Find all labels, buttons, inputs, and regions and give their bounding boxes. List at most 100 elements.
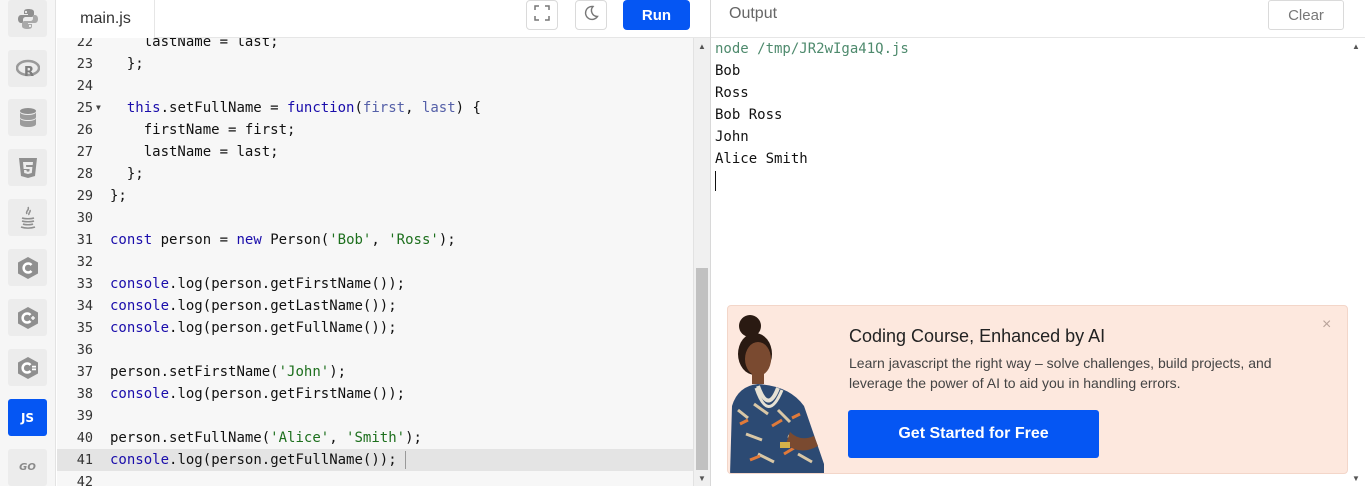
code-text: console.log(person.getFullName()); (110, 320, 397, 336)
code-text: console.log(person.getFullName()); (110, 449, 406, 471)
python-icon (17, 8, 39, 30)
get-started-button[interactable]: Get Started for Free (848, 410, 1099, 458)
code-line[interactable]: 22 lastName = last; (57, 38, 693, 53)
code-line[interactable]: 38 console.log(person.getFirstName()); (57, 383, 693, 405)
language-sidebar: R JS GO (0, 0, 56, 486)
language-c[interactable] (8, 249, 47, 286)
code-text: console.log(person.getLastName()); (110, 298, 397, 314)
language-html[interactable] (8, 149, 47, 186)
close-icon[interactable]: × (1322, 316, 1331, 334)
code-line[interactable]: 23 }; (57, 53, 693, 75)
language-csharp[interactable] (8, 349, 47, 386)
output-scroll-down-icon[interactable]: ▼ (1352, 474, 1360, 483)
line-number: 36 (76, 342, 93, 358)
svg-text:R: R (24, 65, 34, 79)
line-number: 29 (76, 188, 93, 204)
output-command: node /tmp/JR2wIga41Q.js (715, 41, 909, 57)
line-number: 31 (76, 232, 93, 248)
code-text: console.log(person.getFirstName()); (110, 386, 406, 402)
code-line[interactable]: 32 (57, 251, 693, 273)
code-text: firstName = first; (143, 122, 296, 138)
code-editor[interactable]: 22 lastName = last; 23 }; 24 25 ▼ this.setFu… (57, 38, 693, 486)
line-number: 39 (76, 408, 93, 424)
code-text: person.setFirstName('John'); (110, 364, 347, 380)
code-text: person.setFullName('Alice', 'Smith'); (110, 430, 422, 446)
scroll-up-arrow-icon[interactable]: ▲ (698, 42, 706, 51)
editor-toolbar: main.js Run (57, 0, 711, 38)
language-java[interactable] (8, 199, 47, 236)
code-line[interactable]: 35 console.log(person.getFullName()); (57, 317, 693, 339)
line-number: 41 (76, 452, 93, 468)
line-number: 26 (76, 122, 93, 138)
c-icon (17, 256, 39, 280)
moon-icon (583, 5, 599, 26)
language-r[interactable]: R (8, 50, 47, 87)
fullscreen-button[interactable] (526, 0, 558, 30)
code-line[interactable]: 36 (57, 339, 693, 361)
code-line[interactable]: 25 ▼ this.setFullName = function(first, l… (57, 97, 693, 119)
language-javascript[interactable]: JS (8, 399, 47, 436)
code-text: }; (110, 56, 144, 72)
output-line: John (715, 129, 749, 145)
clear-button[interactable]: Clear (1268, 0, 1344, 30)
code-line[interactable]: 34 console.log(person.getLastName()); (57, 295, 693, 317)
line-number: 34 (76, 298, 93, 314)
code-text: }; (110, 188, 127, 204)
code-line[interactable]: 31 const person = new Person('Bob', 'Ross… (57, 229, 693, 251)
terminal-cursor (715, 171, 716, 191)
line-number: 30 (76, 210, 93, 226)
language-python[interactable] (8, 0, 47, 37)
code-line[interactable]: 29}; (57, 185, 693, 207)
code-line[interactable]: 42 (57, 471, 693, 486)
code-line[interactable]: 39 (57, 405, 693, 427)
output-line: Ross (715, 85, 749, 101)
output-header: Output Clear (711, 0, 1365, 38)
r-icon: R (15, 59, 40, 79)
output-scrollbar[interactable]: ▲ ▼ (1348, 38, 1365, 486)
database-icon (19, 107, 37, 129)
cpp-icon (17, 306, 39, 330)
go-icon: GO (19, 462, 36, 473)
promo-description: Learn javascript the right way – solve c… (849, 355, 1272, 391)
csharp-icon (17, 356, 39, 380)
js-icon: JS (20, 410, 35, 425)
panel-divider[interactable] (710, 0, 711, 486)
line-number: 23 (76, 56, 93, 72)
code-text: lastName = last; (143, 144, 279, 160)
output-title: Output (729, 5, 778, 22)
line-number: 27 (76, 144, 93, 160)
course-promo-card: Coding Course, Enhanced by AI Learn java… (727, 305, 1348, 474)
code-line[interactable]: 41 console.log(person.getFullName()); (57, 449, 693, 471)
text-cursor (404, 451, 406, 469)
language-go[interactable]: GO (8, 449, 47, 486)
editor-scroll-thumb[interactable] (696, 268, 708, 470)
dark-mode-button[interactable] (575, 0, 607, 30)
fold-arrow-icon[interactable]: ▼ (96, 97, 101, 119)
line-number: 33 (76, 276, 93, 292)
run-button[interactable]: Run (623, 0, 690, 30)
language-sql[interactable] (8, 99, 47, 136)
line-number: 25 (76, 100, 93, 116)
code-line[interactable]: 28 }; (57, 163, 693, 185)
scroll-down-arrow-icon[interactable]: ▼ (698, 474, 706, 483)
java-icon (18, 206, 38, 230)
code-line[interactable]: 33 console.log(person.getFirstName()); (57, 273, 693, 295)
code-line[interactable]: 27 lastName = last; (57, 141, 693, 163)
code-line[interactable]: 40 person.setFullName('Alice', 'Smith'); (57, 427, 693, 449)
code-text: lastName = last; (143, 38, 279, 50)
code-line[interactable]: 26 firstName = first; (57, 119, 693, 141)
code-line[interactable]: 24 (57, 75, 693, 97)
line-number: 28 (76, 166, 93, 182)
output-console[interactable]: node /tmp/JR2wIga41Q.js Bob Ross Bob Ross J… (715, 38, 1355, 191)
output-line: Alice Smith (715, 151, 808, 167)
line-number: 22 (76, 38, 93, 50)
output-scroll-up-icon[interactable]: ▲ (1352, 42, 1360, 51)
output-line: Bob Ross (715, 107, 783, 123)
line-number: 40 (76, 430, 93, 446)
line-number: 35 (76, 320, 93, 336)
code-line[interactable]: 30 (57, 207, 693, 229)
editor-scrollbar[interactable]: ▲ ▼ (693, 38, 710, 486)
file-tab[interactable]: main.js (57, 0, 155, 38)
language-cpp[interactable] (8, 299, 47, 336)
code-line[interactable]: 37 person.setFirstName('John'); (57, 361, 693, 383)
